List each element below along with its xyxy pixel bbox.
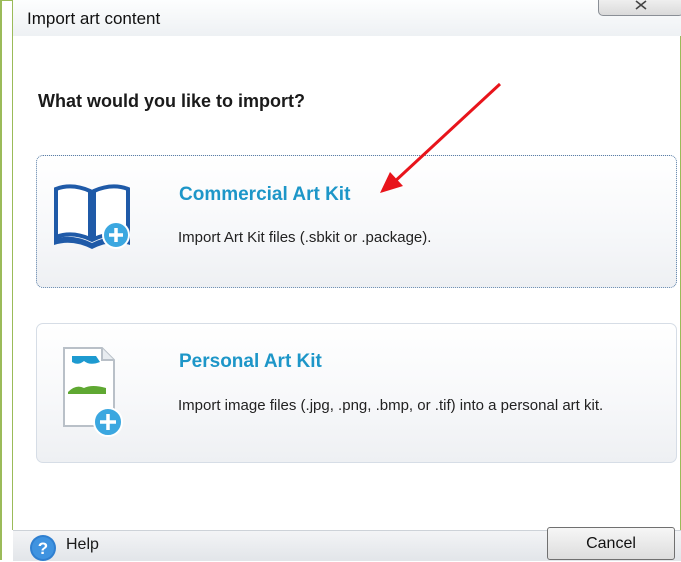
help-icon[interactable]: ? <box>29 534 57 562</box>
cancel-button[interactable]: Cancel <box>547 527 675 560</box>
title-bar[interactable]: Import art content <box>13 0 681 36</box>
close-icon <box>635 0 647 10</box>
commercial-art-kit-option[interactable]: Commercial Art Kit Import Art Kit files … <box>36 155 677 288</box>
window-edge <box>12 0 13 530</box>
help-link[interactable]: Help <box>66 536 99 554</box>
book-add-icon <box>52 181 132 256</box>
option-description: Import image files (.jpg, .png, .bmp, or… <box>178 397 604 414</box>
personal-art-kit-option[interactable]: Personal Art Kit Import image files (.jp… <box>36 323 677 463</box>
option-title: Commercial Art Kit <box>179 184 351 205</box>
window-title: Import art content <box>27 9 161 28</box>
dialog-footer: ? Help Cancel <box>13 527 681 562</box>
svg-text:?: ? <box>38 539 48 558</box>
option-description: Import Art Kit files (.sbkit or .package… <box>178 229 432 246</box>
red-arrow-annotation <box>380 82 502 193</box>
close-button[interactable] <box>598 0 681 16</box>
option-title: Personal Art Kit <box>179 351 322 372</box>
page-heading: What would you like to import? <box>38 91 305 111</box>
image-file-add-icon <box>62 346 128 443</box>
